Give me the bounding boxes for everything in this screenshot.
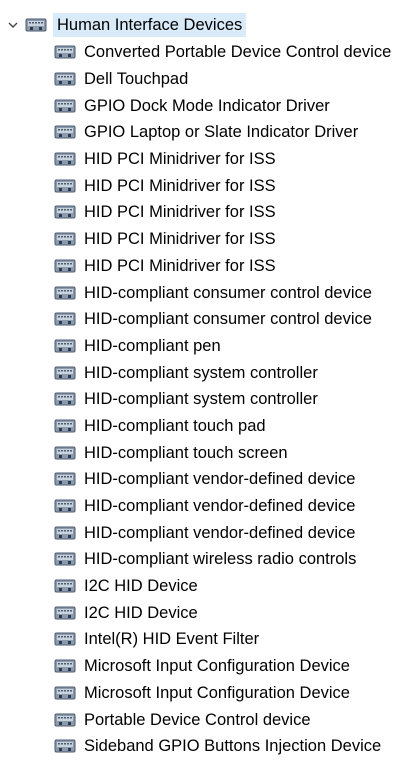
list-item[interactable]: HID-compliant wireless radio controls — [0, 546, 416, 573]
hid-device-icon — [54, 230, 76, 248]
list-item-label: Intel(R) HID Event Filter — [84, 630, 260, 649]
hid-device-icon — [54, 390, 76, 408]
list-item[interactable]: HID PCI Minidriver for ISS — [0, 172, 416, 199]
hid-device-icon — [25, 16, 47, 34]
tree-group-human-interface-devices[interactable]: Human Interface Devices — [0, 12, 247, 38]
list-item[interactable]: Microsoft Input Configuration Device — [0, 653, 416, 680]
list-item-label: HID-compliant system controller — [84, 390, 318, 409]
hid-device-icon — [54, 150, 76, 168]
list-item-label: HID PCI Minidriver for ISS — [84, 230, 276, 249]
hid-device-icon — [54, 364, 76, 382]
hid-device-icon — [54, 630, 76, 648]
hid-device-icon — [54, 70, 76, 88]
list-item-label: Sideband GPIO Buttons Injection Device — [84, 737, 382, 756]
list-item[interactable]: GPIO Laptop or Slate Indicator Driver — [0, 119, 416, 146]
list-item-label: HID-compliant wireless radio controls — [84, 550, 357, 569]
hid-device-icon — [54, 43, 76, 61]
list-item-label: GPIO Laptop or Slate Indicator Driver — [84, 123, 359, 142]
hid-device-icon — [54, 123, 76, 141]
list-item[interactable]: HID-compliant vendor-defined device — [0, 493, 416, 520]
hid-device-icon — [54, 310, 76, 328]
hid-device-icon — [54, 444, 76, 462]
list-item-label: HID-compliant vendor-defined device — [84, 523, 356, 542]
hid-device-icon — [54, 684, 76, 702]
hid-device-icon — [54, 203, 76, 221]
hid-device-icon — [54, 657, 76, 675]
list-item[interactable]: Intel(R) HID Event Filter — [0, 626, 416, 653]
list-item[interactable]: HID-compliant consumer control device — [0, 279, 416, 306]
list-item[interactable]: HID-compliant system controller — [0, 359, 416, 386]
list-item-label: HID-compliant system controller — [84, 363, 318, 382]
list-item-label: Converted Portable Device Control device — [84, 43, 392, 62]
list-item-label: Microsoft Input Configuration Device — [84, 683, 350, 702]
hid-device-icon — [54, 417, 76, 435]
hid-device-icon — [54, 737, 76, 755]
list-item[interactable]: HID PCI Minidriver for ISS — [0, 146, 416, 173]
list-item[interactable]: HID-compliant touch screen — [0, 439, 416, 466]
list-item[interactable]: HID PCI Minidriver for ISS — [0, 226, 416, 253]
hid-device-icon — [54, 337, 76, 355]
list-item[interactable]: I2C HID Device — [0, 573, 416, 600]
device-tree: Human Interface Devices Converted Portab… — [0, 0, 416, 766]
list-item[interactable]: HID PCI Minidriver for ISS — [0, 253, 416, 280]
hid-device-icon — [54, 257, 76, 275]
hid-device-icon — [54, 604, 76, 622]
list-item-label: I2C HID Device — [84, 577, 198, 596]
list-item[interactable]: Microsoft Input Configuration Device — [0, 680, 416, 707]
list-item-label: Microsoft Input Configuration Device — [84, 657, 350, 676]
hid-device-icon — [54, 284, 76, 302]
list-item-label: HID-compliant touch pad — [84, 416, 266, 435]
list-item[interactable]: HID-compliant system controller — [0, 386, 416, 413]
hid-device-icon — [54, 577, 76, 595]
list-item-label: Dell Touchpad — [84, 70, 189, 89]
list-item-label: HID PCI Minidriver for ISS — [84, 176, 276, 195]
list-item-label: HID PCI Minidriver for ISS — [84, 150, 276, 169]
list-item[interactable]: HID-compliant vendor-defined device — [0, 519, 416, 546]
group-label[interactable]: Human Interface Devices — [53, 13, 247, 37]
list-item[interactable]: GPIO Dock Mode Indicator Driver — [0, 92, 416, 119]
list-item[interactable]: Dell Touchpad — [0, 66, 416, 93]
device-list: Converted Portable Device Control device… — [0, 39, 416, 760]
chevron-down-icon[interactable] — [2, 12, 24, 38]
list-item-label: HID-compliant touch screen — [84, 443, 288, 462]
list-item-label: HID PCI Minidriver for ISS — [84, 203, 276, 222]
list-item[interactable]: Converted Portable Device Control device — [0, 39, 416, 66]
list-item[interactable]: Portable Device Control device — [0, 706, 416, 733]
hid-device-icon — [54, 470, 76, 488]
hid-device-icon — [54, 177, 76, 195]
hid-device-icon — [54, 497, 76, 515]
list-item-label: I2C HID Device — [84, 603, 198, 622]
list-item[interactable]: HID-compliant vendor-defined device — [0, 466, 416, 493]
list-item-label: HID-compliant vendor-defined device — [84, 470, 356, 489]
list-item-label: GPIO Dock Mode Indicator Driver — [84, 96, 330, 115]
list-item[interactable]: HID-compliant consumer control device — [0, 306, 416, 333]
list-item[interactable]: HID PCI Minidriver for ISS — [0, 199, 416, 226]
list-item[interactable]: Sideband GPIO Buttons Injection Device — [0, 733, 416, 760]
list-item[interactable]: HID-compliant pen — [0, 333, 416, 360]
list-item[interactable]: I2C HID Device — [0, 599, 416, 626]
list-item-label: HID PCI Minidriver for ISS — [84, 256, 276, 275]
list-item-label: HID-compliant consumer control device — [84, 310, 372, 329]
hid-device-icon — [54, 524, 76, 542]
list-item-label: HID-compliant pen — [84, 336, 221, 355]
hid-device-icon — [54, 711, 76, 729]
list-item-label: HID-compliant vendor-defined device — [84, 497, 356, 516]
hid-device-icon — [54, 97, 76, 115]
hid-device-icon — [54, 550, 76, 568]
list-item-label: HID-compliant consumer control device — [84, 283, 372, 302]
list-item-label: Portable Device Control device — [84, 710, 311, 729]
list-item[interactable]: HID-compliant touch pad — [0, 413, 416, 440]
